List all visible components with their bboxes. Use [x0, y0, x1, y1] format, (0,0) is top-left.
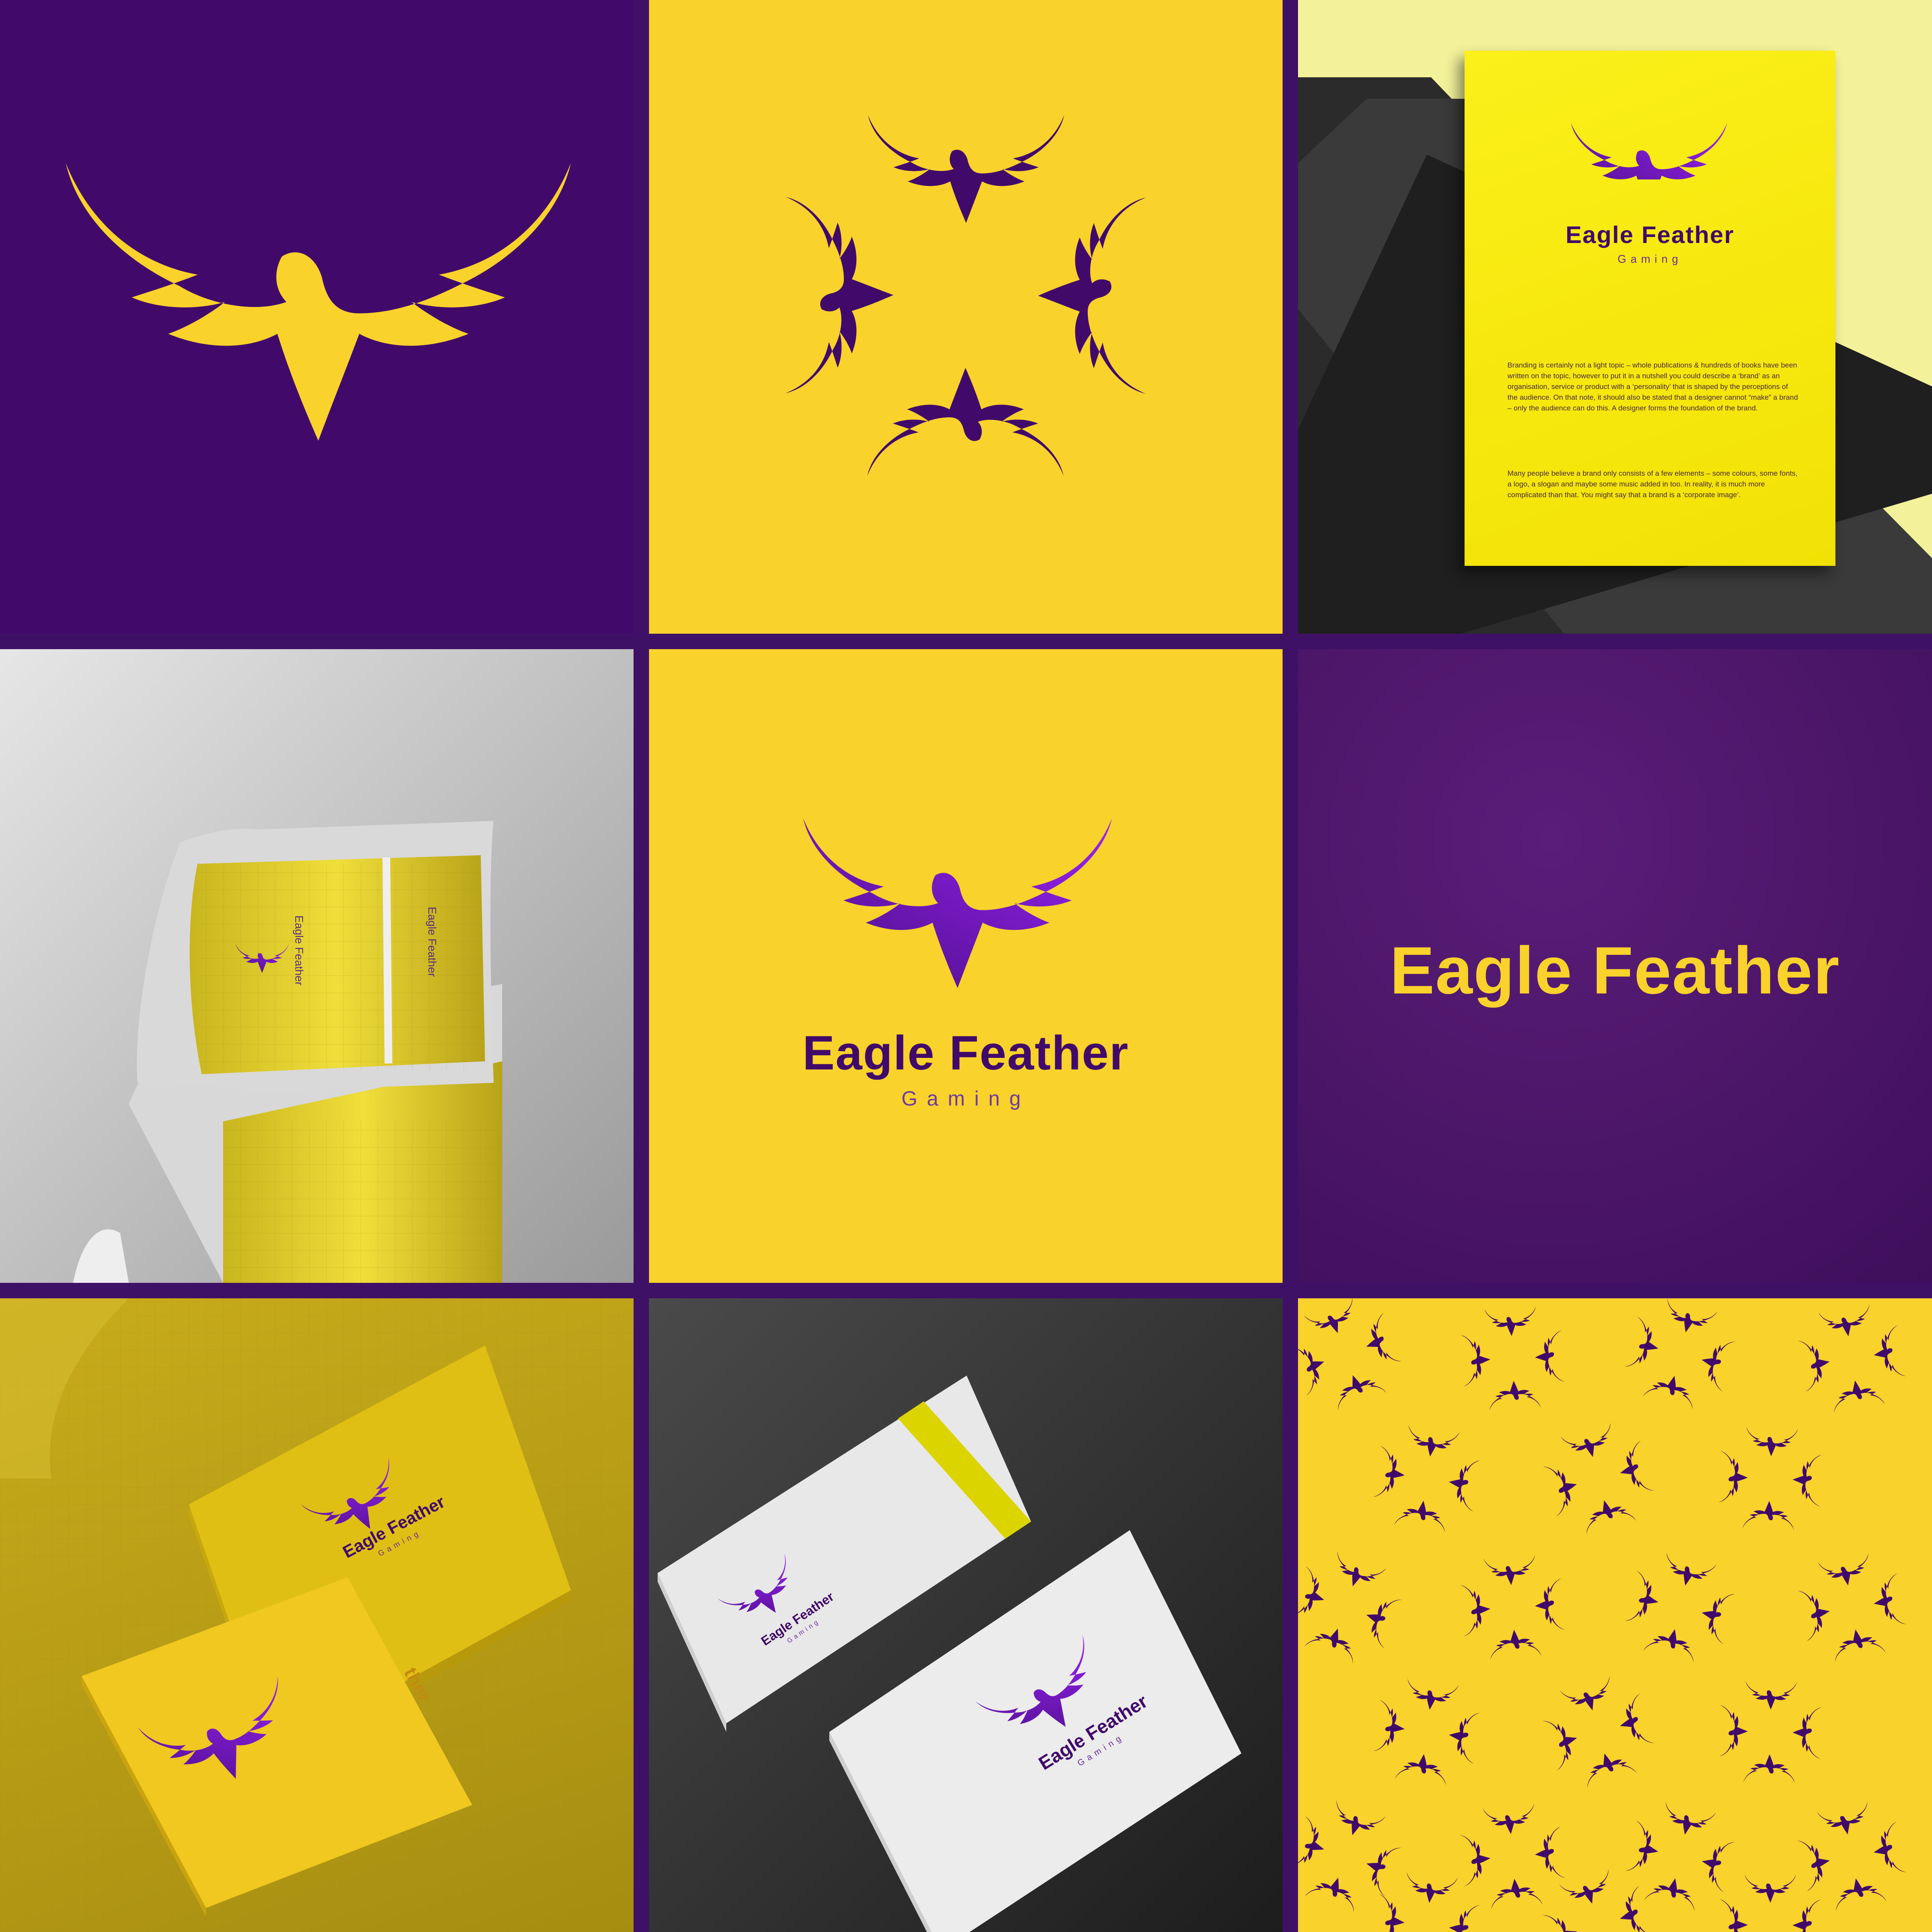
pattern-eagle-cross [1625, 1801, 1735, 1911]
pattern-eagle-cross [1460, 1306, 1565, 1411]
pattern-eagle-cross [1543, 1423, 1654, 1534]
pattern-eagle-cross [1374, 1872, 1480, 1932]
wordmark-brand-name: Eagle Feather [1389, 933, 1841, 1008]
primary-brand-name: Eagle Feather [802, 1026, 1129, 1080]
pattern-eagle-cross [1298, 1800, 1401, 1913]
tile-eagle-cross-mark [649, 0, 1283, 634]
eagle-logo-icon [1571, 123, 1727, 179]
pattern-eagle-cross [1542, 1869, 1655, 1932]
pattern-eagle-cross [1373, 1425, 1481, 1533]
pattern-eagle-cross [1460, 1555, 1565, 1660]
letterhead-sheet: Eagle Feather Gaming Branding is certain… [1465, 51, 1835, 566]
pattern-eagle-cross [1797, 1801, 1907, 1911]
roll-brand-name-repeat: Eagle Feather [426, 907, 439, 977]
pattern-eagle-cross [1298, 1298, 1402, 1411]
letterhead-paragraph-2: Many people believe a brand only consist… [1507, 469, 1798, 499]
tile-letterhead-mockup: Eagle Feather Gaming Branding is certain… [1298, 0, 1932, 634]
tile-logo-on-purple [0, 0, 634, 634]
pattern-eagle-cross [1542, 1676, 1655, 1788]
pattern-eagle-cross [1460, 1804, 1565, 1909]
primary-tagline: Gaming [901, 1088, 1031, 1110]
eagle-logo-icon [803, 818, 1112, 988]
pattern-eagle-cross [1719, 1680, 1822, 1783]
tile-wordmark-on-purple: Eagle Feather [1298, 649, 1932, 1283]
letterhead-paragraph-1: Branding is certainly not a light topic … [1507, 361, 1798, 412]
eagle-pattern-icon [1298, 1298, 1907, 1932]
pattern-eagle-cross [1298, 1551, 1401, 1664]
tile-business-cards-mockup: Eagle Feather Gaming ther [0, 1298, 634, 1932]
tile-envelopes-mockup: Eagle Feather Gaming Eagle Feather Gamin… [649, 1298, 1283, 1932]
pattern-eagle-cross [1720, 1874, 1821, 1932]
pattern-eagle-cross [1798, 1304, 1906, 1413]
pattern-eagle-cross [1373, 1678, 1480, 1786]
pattern-eagle-cross [1625, 1299, 1735, 1410]
eagle-cross-icon [786, 115, 1146, 476]
letterhead-brand-name: Eagle Feather [1565, 221, 1735, 248]
pattern-eagle-cross [1625, 1552, 1735, 1663]
tile-eagle-pattern [1298, 1298, 1932, 1932]
tile-sticker-roll-mockup: Eagle Feather Eagle Feather [0, 649, 634, 1283]
pattern-eagle-cross [1718, 1427, 1822, 1531]
pattern-eagle-cross [1797, 1553, 1906, 1662]
letterhead-tagline: Gaming [1617, 252, 1683, 265]
roll-brand-name: Eagle Feather [293, 915, 306, 986]
eagle-logo-icon [66, 163, 571, 441]
tile-primary-logo: Eagle Feather Gaming [649, 649, 1283, 1283]
